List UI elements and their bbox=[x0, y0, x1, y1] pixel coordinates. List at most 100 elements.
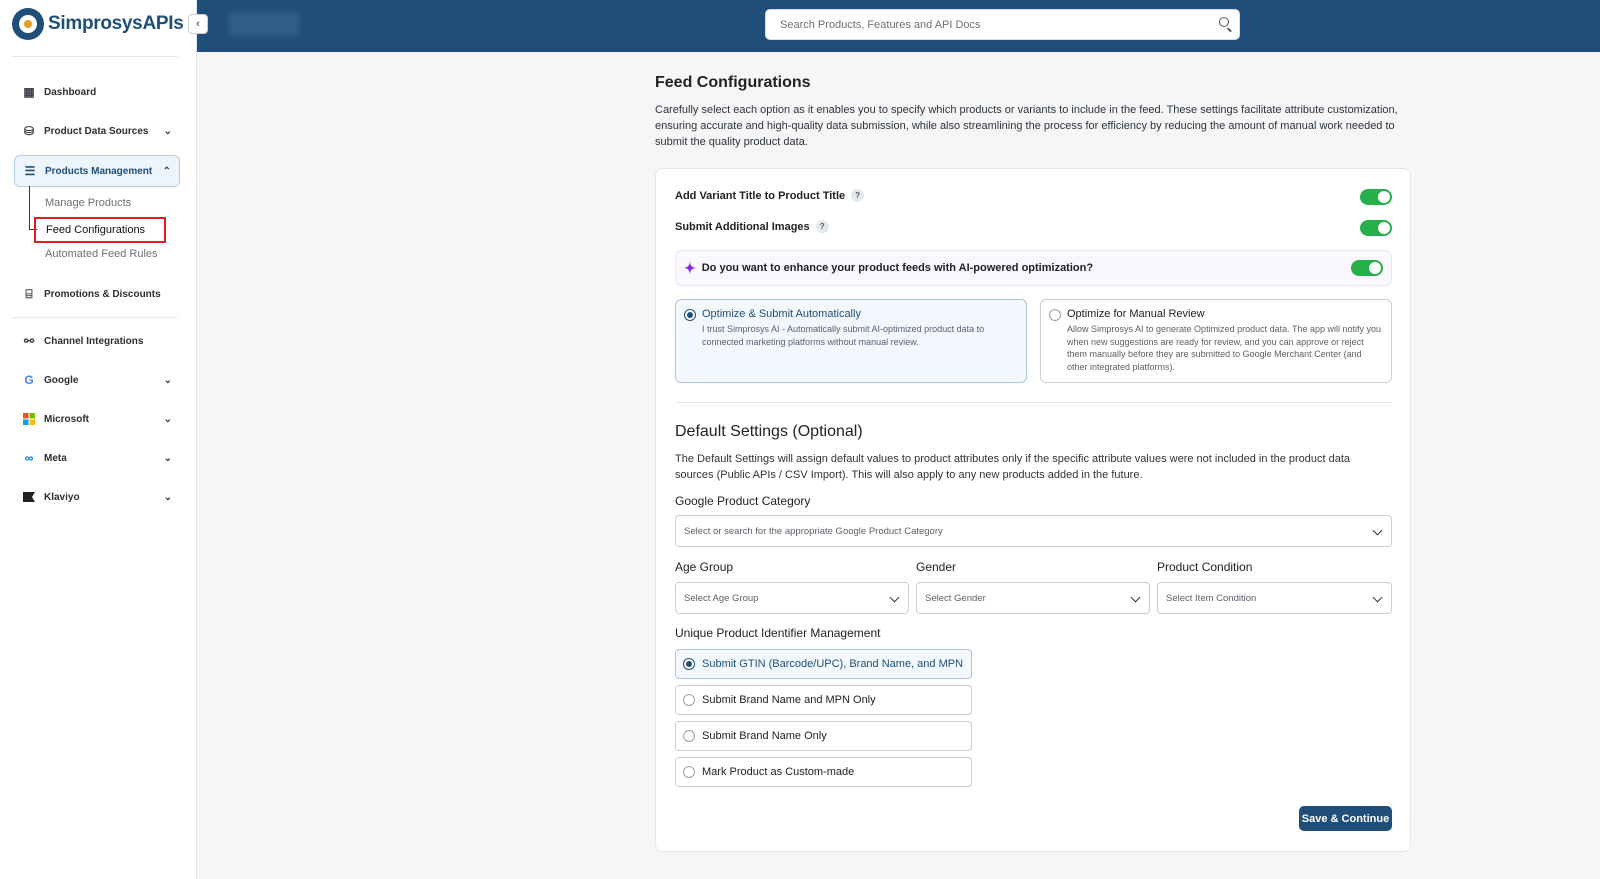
app-name: SimprosysAPIs bbox=[48, 13, 184, 34]
sidebar-item-label: Klaviyo bbox=[44, 491, 80, 503]
radio-button[interactable] bbox=[683, 694, 695, 706]
sidebar-item-meta[interactable]: ∞ Meta ⌄ bbox=[14, 443, 180, 473]
grid-icon: ▦ bbox=[23, 85, 35, 99]
chevron-down-icon: ⌄ bbox=[163, 125, 172, 137]
list-icon: ☰ bbox=[24, 164, 36, 178]
sidebar-item-label: Products Management bbox=[45, 165, 153, 177]
collapse-sidebar-button[interactable]: ‹ bbox=[188, 14, 208, 34]
radio-button[interactable] bbox=[683, 766, 695, 778]
sidebar-item-microsoft[interactable]: Microsoft ⌄ bbox=[14, 404, 180, 434]
submenu-connector bbox=[29, 186, 30, 230]
ai-optimization-toggle[interactable] bbox=[1351, 260, 1383, 276]
identifier-option-brand-only[interactable]: Submit Brand Name Only bbox=[675, 721, 972, 751]
ai-optimization-box: ✦ Do you want to enhance your product fe… bbox=[675, 250, 1392, 286]
chevron-down-icon bbox=[1130, 592, 1141, 603]
product-condition-select[interactable]: Select Item Condition bbox=[1157, 582, 1392, 614]
sidebar-divider bbox=[12, 317, 178, 318]
option-title: Optimize & Submit Automatically bbox=[702, 308, 861, 320]
sidebar-item-label: Product Data Sources bbox=[44, 125, 149, 137]
option-label: Mark Product as Custom-made bbox=[702, 766, 855, 778]
additional-images-toggle[interactable] bbox=[1360, 220, 1392, 236]
radio-button[interactable] bbox=[684, 309, 696, 321]
ticket-icon: ⌸ bbox=[25, 286, 33, 301]
product-condition-label: Product Condition bbox=[1157, 560, 1253, 574]
sidebar-item-label: Promotions & Discounts bbox=[44, 288, 161, 300]
chevron-down-icon bbox=[1372, 592, 1383, 603]
sidebar-subitem-manage-products[interactable]: Manage Products bbox=[45, 197, 131, 209]
select-placeholder: Select or search for the appropriate Goo… bbox=[684, 525, 943, 537]
chevron-down-icon: ⌄ bbox=[163, 452, 172, 464]
microsoft-icon bbox=[22, 412, 36, 426]
help-icon[interactable]: ? bbox=[851, 189, 865, 202]
google-icon: G bbox=[24, 373, 34, 387]
sidebar-item-label: Microsoft bbox=[44, 413, 89, 425]
select-placeholder: Select Item Condition bbox=[1166, 592, 1257, 604]
gender-label: Gender bbox=[916, 560, 957, 574]
radio-button[interactable] bbox=[683, 730, 695, 742]
search-icon[interactable] bbox=[1219, 17, 1229, 27]
chevron-down-icon: ⌄ bbox=[163, 491, 172, 503]
option-description: Allow Simprosys AI to generate Optimized… bbox=[1067, 324, 1381, 372]
radio-button[interactable] bbox=[1049, 309, 1061, 321]
chevron-down-icon bbox=[889, 592, 900, 603]
variant-title-toggle[interactable] bbox=[1360, 189, 1392, 205]
logo-mark-icon bbox=[12, 8, 44, 40]
option-label: Submit GTIN (Barcode/UPC), Brand Name, a… bbox=[702, 658, 964, 670]
sidebar-item-label: Channel Integrations bbox=[44, 335, 144, 347]
option-title: Optimize for Manual Review bbox=[1067, 308, 1205, 320]
sidebar-item-label: Google bbox=[44, 374, 79, 386]
age-group-select[interactable]: Select Age Group bbox=[675, 582, 909, 614]
default-settings-title: Default Settings (Optional) bbox=[675, 423, 863, 440]
sparkle-icon: ✦ bbox=[684, 259, 696, 276]
chevron-down-icon: ⌄ bbox=[163, 413, 172, 425]
section-divider bbox=[675, 402, 1392, 403]
search-placeholder: Search Products, Features and API Docs bbox=[780, 18, 981, 31]
sidebar: SimprosysAPIs ▦ Dashboard ⛁ Product Data… bbox=[0, 0, 197, 879]
select-placeholder: Select Gender bbox=[925, 592, 986, 604]
sidebar-item-promotions[interactable]: ⌸ Promotions & Discounts bbox=[14, 279, 180, 309]
google-category-select[interactable]: Select or search for the appropriate Goo… bbox=[675, 515, 1392, 547]
page-title: Feed Configurations bbox=[655, 74, 811, 91]
data-source-icon: ⛁ bbox=[23, 124, 35, 138]
option-description: I trust Simprosys AI - Automatically sub… bbox=[702, 324, 985, 347]
meta-icon: ∞ bbox=[24, 451, 34, 465]
sidebar-divider bbox=[12, 56, 178, 57]
klaviyo-icon bbox=[22, 490, 36, 504]
sidebar-subitem-automated-feed-rules[interactable]: Automated Feed Rules bbox=[45, 248, 158, 260]
page-description: Carefully select each option as it enabl… bbox=[655, 104, 1398, 148]
sidebar-item-klaviyo[interactable]: Klaviyo ⌄ bbox=[14, 482, 180, 512]
option-manual-review[interactable]: Optimize for Manual Review Allow Simpros… bbox=[1040, 299, 1392, 383]
identifier-option-gtin-brand-mpn[interactable]: Submit GTIN (Barcode/UPC), Brand Name, a… bbox=[675, 649, 972, 679]
search-input[interactable]: Search Products, Features and API Docs bbox=[765, 9, 1240, 40]
age-group-label: Age Group bbox=[675, 560, 734, 574]
integration-icon: ⚯ bbox=[23, 334, 35, 348]
option-label: Submit Brand Name and MPN Only bbox=[702, 694, 876, 706]
radio-button[interactable] bbox=[683, 658, 695, 670]
identifier-option-brand-mpn[interactable]: Submit Brand Name and MPN Only bbox=[675, 685, 972, 715]
default-settings-description: The Default Settings will assign default… bbox=[675, 453, 1351, 481]
chevron-up-icon: ⌃ bbox=[162, 165, 171, 177]
toggle-label: Add Variant Title to Product Title bbox=[675, 189, 846, 202]
sidebar-item-label: Meta bbox=[44, 452, 67, 464]
save-continue-button[interactable]: Save & Continue bbox=[1299, 806, 1392, 831]
option-label: Submit Brand Name Only bbox=[702, 730, 827, 742]
sidebar-item-google[interactable]: G Google ⌄ bbox=[14, 365, 180, 395]
identifier-option-custom-made[interactable]: Mark Product as Custom-made bbox=[675, 757, 972, 787]
option-auto-submit[interactable]: Optimize & Submit Automatically I trust … bbox=[675, 299, 1027, 383]
help-icon[interactable]: ? bbox=[815, 220, 829, 233]
toggle-row-variant-title: Add Variant Title to Product Title ? bbox=[675, 189, 865, 202]
toggle-row-additional-images: Submit Additional Images ? bbox=[675, 220, 829, 233]
sidebar-item-channel-integrations[interactable]: ⚯ Channel Integrations bbox=[14, 326, 180, 356]
app-logo[interactable]: SimprosysAPIs bbox=[12, 8, 184, 40]
chevron-down-icon: ⌄ bbox=[163, 374, 172, 386]
gender-select[interactable]: Select Gender bbox=[916, 582, 1150, 614]
sidebar-subitem-feed-configurations[interactable]: Feed Configurations bbox=[34, 217, 166, 243]
sidebar-item-dashboard[interactable]: ▦ Dashboard bbox=[14, 77, 180, 107]
store-name-blurred bbox=[229, 12, 299, 36]
toggle-label: Submit Additional Images bbox=[675, 220, 810, 233]
select-placeholder: Select Age Group bbox=[684, 592, 759, 604]
top-bar: Search Products, Features and API Docs bbox=[197, 0, 1600, 52]
chevron-down-icon bbox=[1372, 525, 1383, 536]
sidebar-item-product-data-sources[interactable]: ⛁ Product Data Sources ⌄ bbox=[14, 116, 180, 146]
sidebar-item-products-management[interactable]: ☰ Products Management ⌃ bbox=[14, 155, 180, 187]
